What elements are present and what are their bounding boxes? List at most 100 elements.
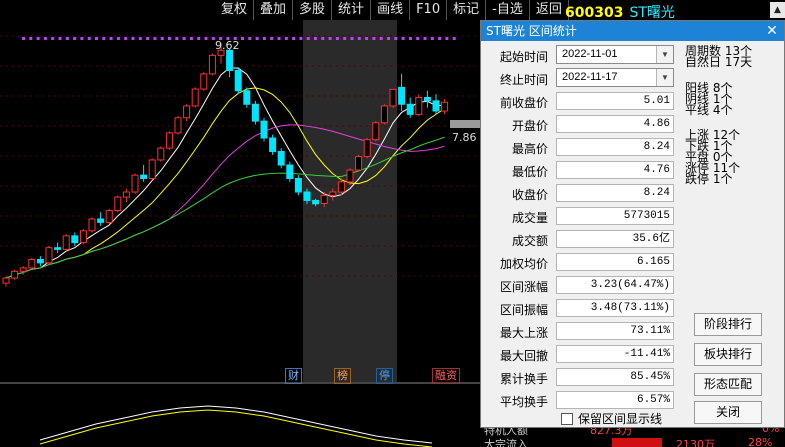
candle-body	[36, 259, 44, 264]
stat-value: 8.24	[556, 138, 674, 156]
candle-body	[62, 235, 70, 250]
marker-dot	[138, 37, 142, 40]
marker-dot	[284, 37, 288, 40]
marker-dot	[124, 37, 128, 40]
bottom-mid-text: 827.3万	[590, 428, 633, 437]
toolbar-button-7[interactable]: -自选	[486, 0, 530, 20]
candle-body	[208, 54, 216, 75]
candle-body	[260, 120, 268, 139]
stat-label: 加权均价	[499, 257, 548, 271]
marker-dot	[306, 37, 310, 40]
candle-body	[174, 117, 182, 134]
marker-dot	[87, 37, 91, 40]
marker-dot	[314, 37, 317, 40]
marker-dot	[277, 37, 281, 40]
stat-value: 4.86	[556, 115, 674, 133]
close-icon[interactable]: ✕	[764, 21, 780, 41]
keep-interval-checkbox[interactable]: 保留区间显示线	[561, 410, 662, 427]
marker-dot	[255, 37, 259, 40]
marker-dot	[160, 37, 164, 40]
marker-dot	[80, 37, 84, 40]
start-date-picker[interactable]: 2022-11-01 ▼	[556, 45, 674, 64]
event-marker-suspend[interactable]: 停	[376, 368, 393, 384]
chevron-down-icon[interactable]: ▼	[656, 46, 673, 63]
candle-body	[226, 49, 234, 71]
marker-dot	[116, 37, 120, 40]
marker-dot	[350, 37, 354, 40]
candle-body	[131, 174, 139, 193]
current-price-label: 7.86	[452, 131, 477, 144]
candle-stats: 阳线 8个 阴线 1个 平线 4个	[685, 82, 732, 116]
marker-dot	[175, 37, 179, 40]
candle-body	[148, 159, 156, 179]
end-date-picker[interactable]: 2022-11-17 ▼	[556, 68, 674, 87]
marker-dot	[109, 37, 113, 40]
price-chart[interactable]	[0, 0, 480, 447]
event-marker-margin[interactable]: 融资	[432, 368, 460, 384]
candle-body	[54, 247, 62, 250]
stat-label: 收盘价	[511, 188, 548, 202]
marker-dot	[379, 37, 383, 40]
candle-body	[406, 103, 414, 115]
marker-dot	[292, 37, 296, 40]
checkbox-icon[interactable]	[561, 412, 573, 425]
marker-dot	[197, 37, 201, 40]
marker-dot	[131, 37, 135, 40]
stage-ranking-button[interactable]: 阶段排行	[694, 313, 762, 336]
candle-body	[355, 156, 363, 171]
candle-body	[140, 174, 148, 179]
toolbar-button-5[interactable]: F10	[410, 0, 448, 20]
candle-body	[286, 164, 294, 179]
stat-value: 6.57%	[556, 391, 674, 409]
high-price-label: 9.62	[215, 39, 240, 52]
candle-body	[346, 169, 354, 183]
toolbar-button-0[interactable]: 复权	[215, 0, 255, 20]
bottom-left-text-2: 大宗流入	[484, 438, 528, 447]
candle-body	[165, 132, 173, 149]
toolbar-button-4[interactable]: 画线	[371, 0, 411, 20]
move-stats: 上涨 12个 下跌 1个 平盘 0个 涨停 11个 跌停 1个	[685, 129, 740, 185]
marker-dot	[65, 37, 69, 40]
candle-body	[2, 277, 10, 284]
marker-dot	[416, 37, 420, 40]
toolbar-button-2[interactable]: 多股	[293, 0, 333, 20]
candle-body	[114, 196, 122, 212]
price-cursor-marker	[450, 120, 480, 128]
toolbar-button-3[interactable]: 统计	[332, 0, 372, 20]
bottom-pct-text: 0%	[762, 428, 780, 435]
candle-body	[122, 191, 130, 198]
stat-value: 5773015	[556, 207, 674, 225]
sector-ranking-button[interactable]: 板块排行	[694, 343, 762, 366]
stat-value: 6.165	[556, 253, 674, 271]
candle-body	[441, 101, 449, 112]
marker-dot	[321, 37, 325, 40]
stat-value: 35.6亿	[556, 230, 674, 248]
marker-dot	[182, 37, 186, 40]
toolbar-button-8[interactable]: 返回	[530, 0, 569, 20]
event-marker-ranking[interactable]: 榜	[334, 368, 351, 384]
ticker-header: 600303 ST曙光	[565, 2, 675, 22]
scroll-up-arrow-icon[interactable]: ▲	[770, 2, 785, 18]
close-button[interactable]: 关闭	[694, 401, 762, 424]
marker-dot	[153, 37, 157, 40]
chevron-down-icon[interactable]: ▼	[656, 69, 673, 86]
pattern-match-button[interactable]: 形态匹配	[694, 373, 762, 396]
marker-dot	[22, 37, 25, 40]
candle-body	[380, 105, 388, 124]
candle-body	[372, 122, 380, 141]
candle-body	[71, 235, 79, 244]
start-date-value: 2022-11-01	[562, 48, 618, 60]
event-marker-finance[interactable]: 财	[285, 368, 302, 384]
bottom-capital-strip: 特机人额 827.3万 0% 大宗流入 2130万 28%	[480, 428, 785, 447]
candle-body	[251, 103, 259, 122]
toolbar-button-6[interactable]: 标记	[447, 0, 487, 20]
marker-dot	[189, 37, 193, 40]
candle-body	[28, 259, 36, 269]
marker-dot	[73, 37, 77, 40]
toolbar-button-1[interactable]: 叠加	[254, 0, 294, 20]
marker-dot	[430, 37, 434, 40]
candle-body	[329, 191, 337, 196]
candle-body	[398, 86, 406, 105]
stat-value: 85.45%	[556, 368, 674, 386]
marker-dot	[270, 37, 274, 40]
